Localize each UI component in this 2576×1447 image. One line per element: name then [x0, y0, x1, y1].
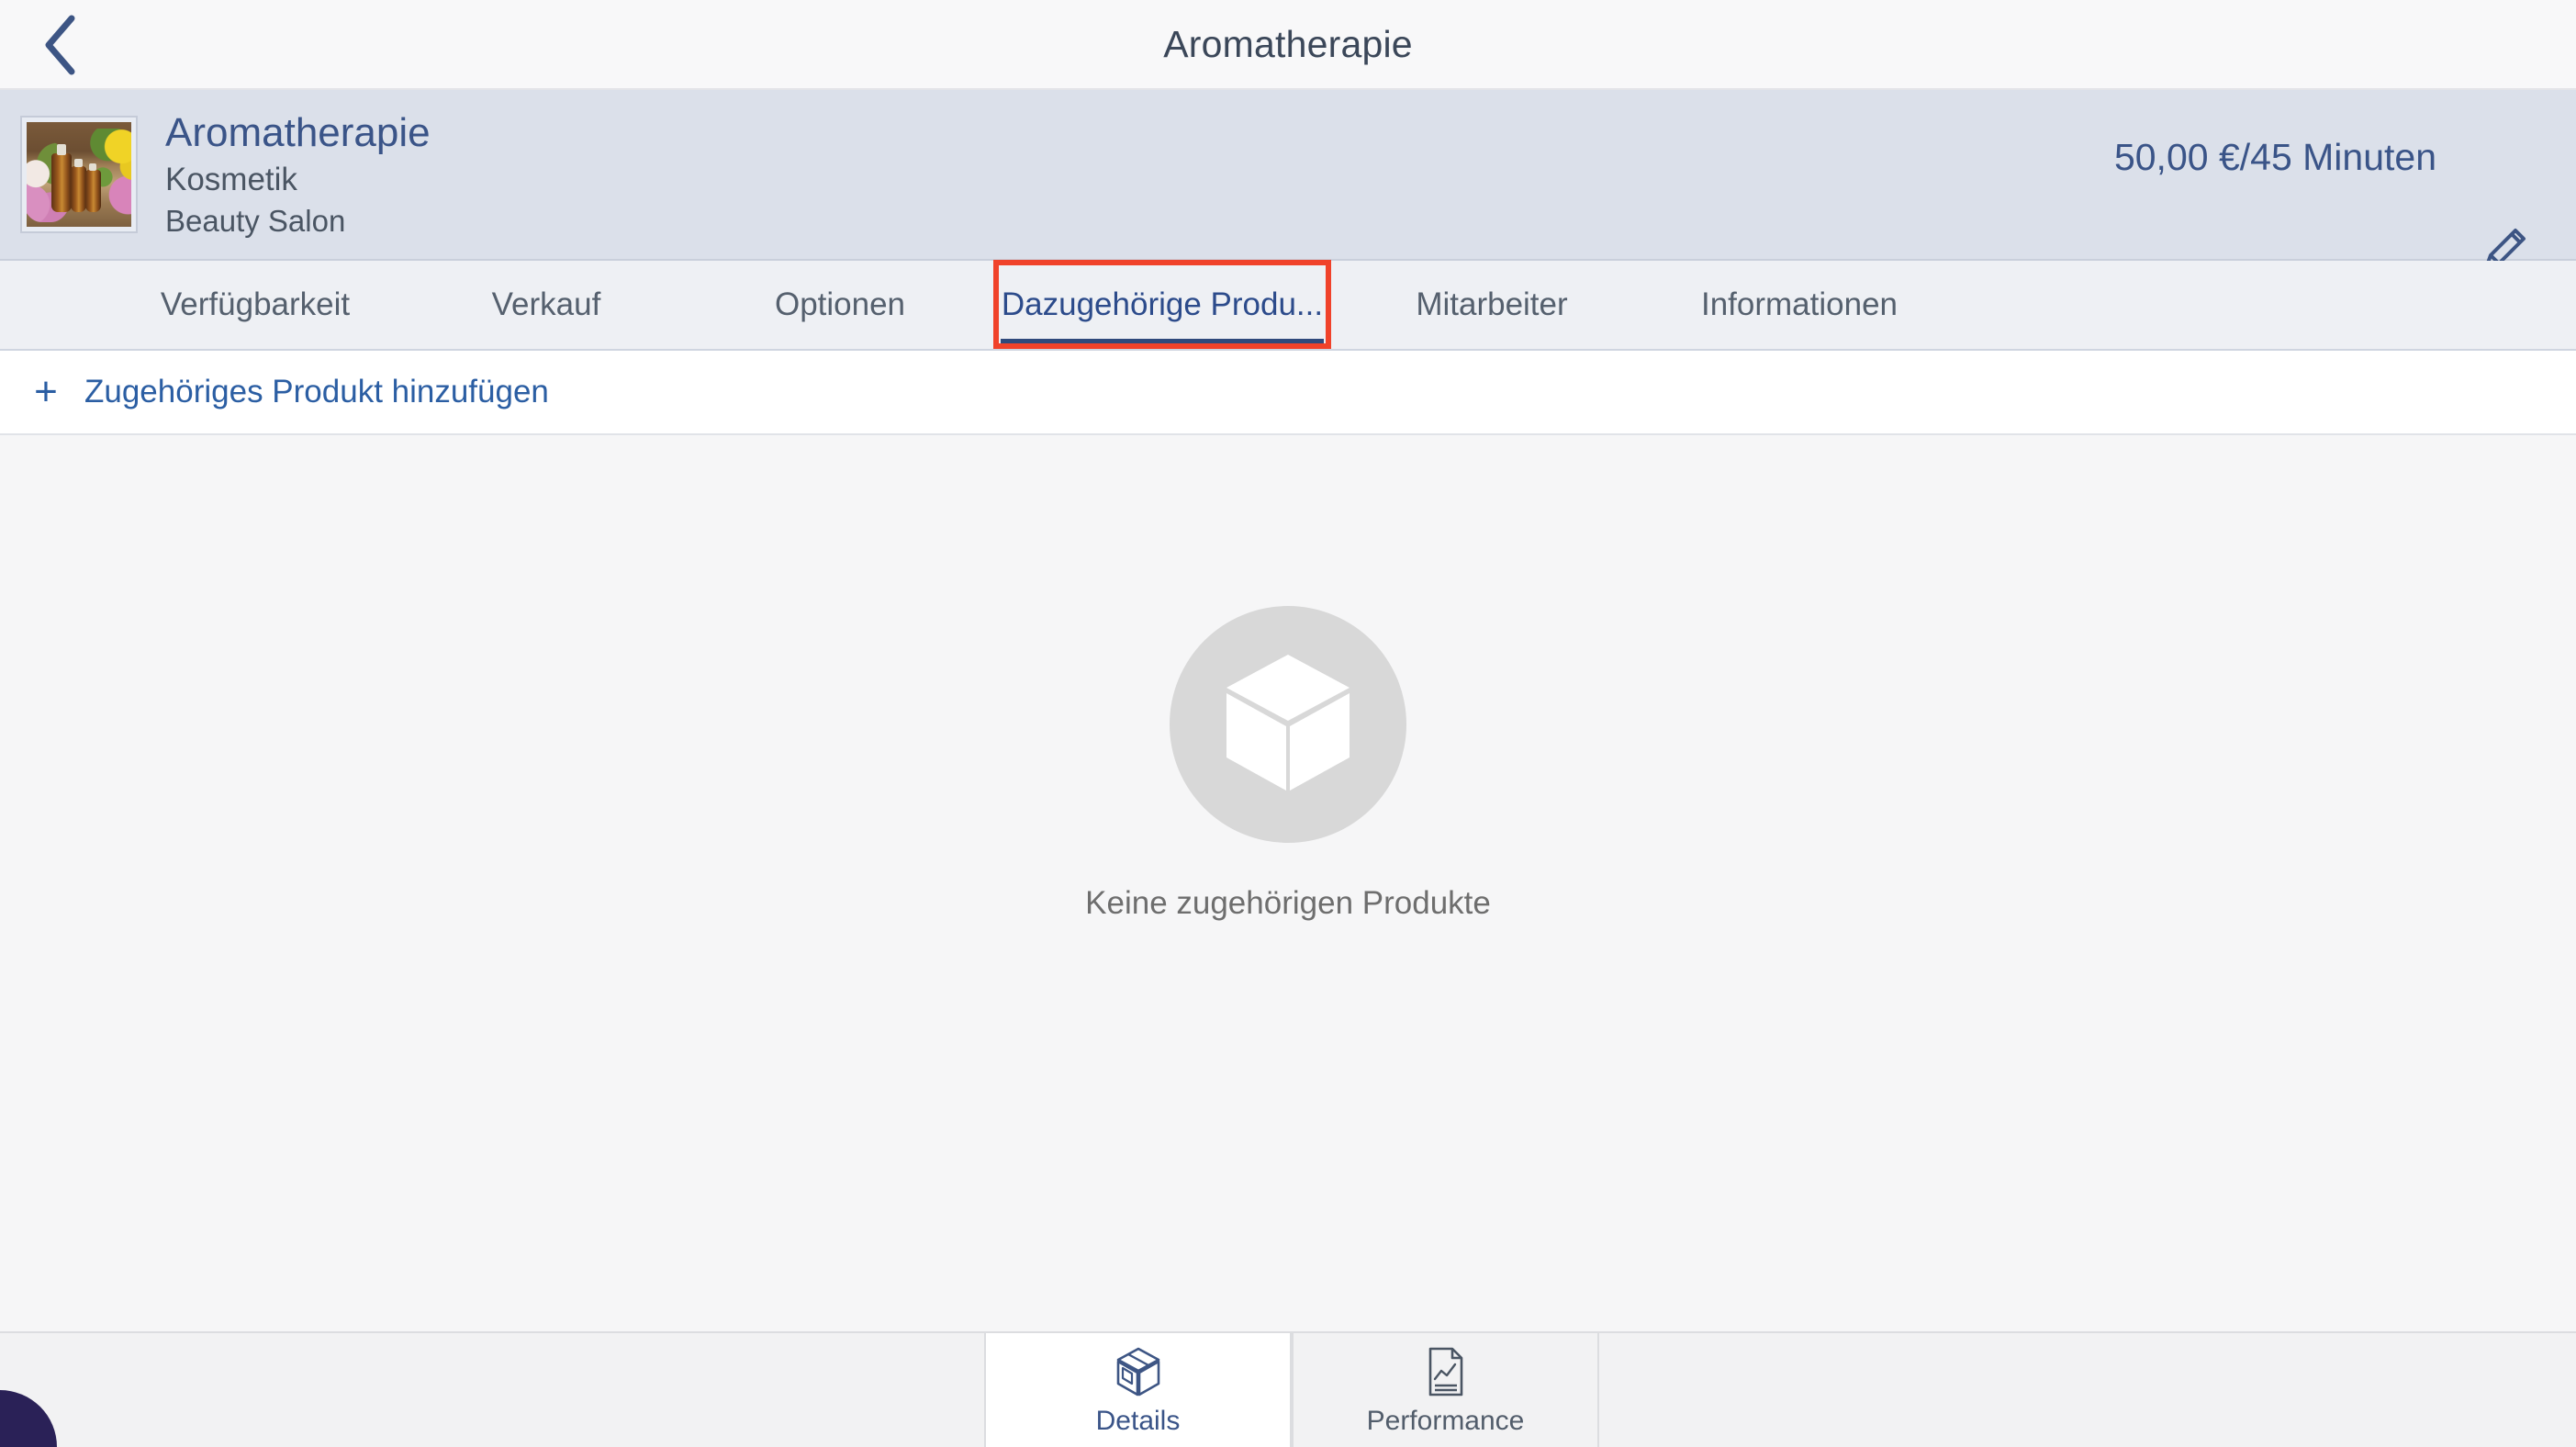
service-shop: Beauty Salon [165, 204, 346, 239]
service-price: 50,00 €/45 Minuten [2113, 136, 2436, 178]
tab-label: Optionen [774, 286, 906, 322]
tab-verfuegbarkeit[interactable]: Verfügbarkeit [108, 261, 402, 349]
tab-strip: Verfügbarkeit Verkauf Optionen Dazugehör… [0, 261, 2576, 351]
tab-active-underline [1001, 339, 1324, 349]
thumbnail-photo [27, 122, 131, 227]
empty-state-label: Keine zugehörigen Produkte [1085, 885, 1491, 921]
chevron-left-icon [40, 13, 81, 77]
oil-bottle-3 [84, 163, 101, 213]
service-info: Aromatherapie Kosmetik Beauty Salon [165, 109, 431, 240]
tab-verkauf[interactable]: Verkauf [441, 261, 652, 349]
plus-icon: + [34, 369, 58, 414]
bottom-tab-details[interactable]: Details [984, 1333, 1292, 1447]
bottom-bar-spacer [0, 1333, 984, 1447]
add-related-product-row[interactable]: + Zugehöriges Produkt hinzufügen [0, 351, 2576, 435]
add-related-product-label: Zugehöriges Produkt hinzufügen [84, 374, 549, 409]
content-area: Keine zugehörigen Produkte [0, 435, 2576, 1331]
page-title: Aromatherapie [1163, 22, 1413, 65]
tab-dazugehoerige-produkte[interactable]: Dazugehörige Produ... [993, 261, 1331, 349]
tab-optionen[interactable]: Optionen [725, 261, 955, 349]
service-header: Aromatherapie Kosmetik Beauty Salon 50,0… [0, 90, 2576, 270]
tab-label: Dazugehörige Produ... [1001, 286, 1324, 322]
tab-label: Verkauf [491, 286, 601, 322]
bottom-tab-bar: Details Performance [0, 1331, 2576, 1447]
top-navbar: Aromatherapie [0, 0, 2576, 90]
oil-bottle-2 [70, 158, 86, 213]
box-3d-icon [1115, 1346, 1161, 1402]
bottom-tab-label: Details [1095, 1405, 1181, 1436]
tab-informationen[interactable]: Informationen [1652, 261, 1946, 349]
empty-state: Keine zugehörigen Produkte [1085, 606, 1491, 922]
tab-label: Mitarbeiter [1416, 286, 1568, 322]
oil-bottle-1 [51, 144, 73, 213]
back-button[interactable] [17, 0, 105, 90]
tab-mitarbeiter[interactable]: Mitarbeiter [1368, 261, 1616, 349]
empty-state-circle [1170, 606, 1406, 843]
service-thumbnail [20, 116, 138, 233]
chart-document-icon [1425, 1346, 1467, 1402]
bottom-tab-performance[interactable]: Performance [1292, 1333, 1599, 1447]
service-name: Aromatherapie [165, 110, 431, 156]
bottom-tab-label: Performance [1366, 1405, 1525, 1436]
app-root: Aromatherapie Aromatherapie Kosmetik Bea… [0, 0, 2576, 1447]
box-icon [1221, 649, 1355, 801]
tab-label: Informationen [1700, 286, 1898, 322]
tab-label: Verfügbarkeit [160, 286, 351, 322]
service-category: Kosmetik [165, 162, 297, 198]
